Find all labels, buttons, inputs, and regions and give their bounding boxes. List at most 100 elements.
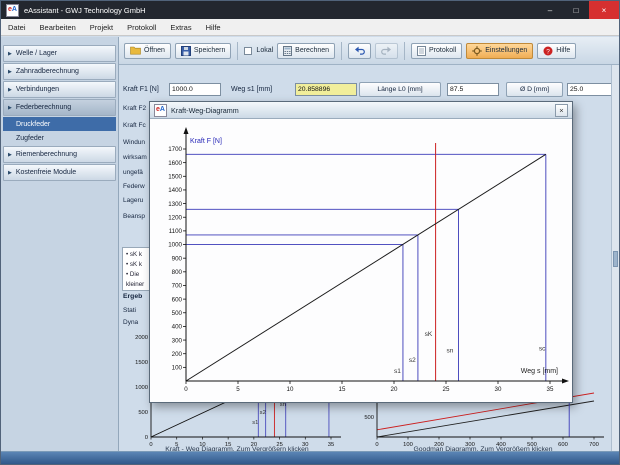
sidebar-item-label: Verbindungen bbox=[16, 86, 59, 93]
sidebar-item-kostenfreie-module[interactable]: ▶ Kostenfreie Module bbox=[3, 164, 116, 181]
kraft-weg-dialog: eA Kraft-Weg-Diagramm × 1002003004005006… bbox=[149, 101, 573, 403]
svg-text:1000: 1000 bbox=[135, 385, 148, 391]
menu-item-extras[interactable]: Extras bbox=[163, 21, 198, 34]
svg-text:s2: s2 bbox=[260, 410, 266, 416]
svg-text:sn: sn bbox=[446, 347, 453, 354]
svg-text:s2: s2 bbox=[409, 357, 416, 364]
menu-item-hilfe[interactable]: Hilfe bbox=[199, 21, 228, 34]
durchmesser-d-input[interactable] bbox=[567, 83, 613, 96]
svg-text:700: 700 bbox=[172, 283, 183, 290]
statusbar bbox=[1, 451, 619, 464]
sidebar-item-welle-lager[interactable]: ▶ Welle / Lager bbox=[3, 45, 116, 62]
sidebar-item-federberechnung[interactable]: ▶ Federberechnung bbox=[3, 99, 116, 116]
svg-text:10: 10 bbox=[287, 386, 294, 393]
svg-text:30: 30 bbox=[495, 386, 502, 393]
svg-text:400: 400 bbox=[172, 324, 183, 331]
sidebar-item-riemenberechnung[interactable]: ▶ Riemenberechnung bbox=[3, 146, 116, 163]
sidebar-item-zahnradberechnung[interactable]: ▶ Zahnradberechnung bbox=[3, 63, 116, 80]
menu-item-datei[interactable]: Datei bbox=[1, 21, 33, 34]
close-button[interactable]: × bbox=[589, 1, 619, 19]
scrollbar-thumb[interactable] bbox=[613, 251, 618, 267]
window-title: eAssistant - GWJ Technology GmbH bbox=[24, 6, 146, 15]
kraft-f1-input[interactable] bbox=[169, 83, 221, 96]
dialog-icon: eA bbox=[154, 104, 167, 117]
results-line: Stati bbox=[123, 307, 150, 314]
svg-text:800: 800 bbox=[172, 269, 183, 276]
dialog-close-button[interactable]: × bbox=[555, 104, 568, 117]
maximize-button[interactable]: □ bbox=[563, 1, 589, 19]
einstellungen-button-label: Einstellungen bbox=[485, 47, 527, 54]
sidebar-item-verbindungen[interactable]: ▶ Verbindungen bbox=[3, 81, 116, 98]
laenge-l0-button[interactable]: Länge L0 [mm] bbox=[359, 82, 441, 97]
berechnen-button-label: Berechnen bbox=[295, 47, 329, 54]
hilfe-button[interactable]: ? Hilfe bbox=[537, 43, 576, 59]
toolbar: Öffnen Speichern Lokal Berechnen bbox=[119, 37, 619, 65]
menubar: Datei Bearbeiten Projekt Protokoll Extra… bbox=[1, 19, 619, 36]
sidebar-item-druckfeder[interactable]: Druckfeder bbox=[3, 117, 116, 131]
redo-icon bbox=[381, 46, 392, 55]
svg-text:200: 200 bbox=[172, 351, 183, 358]
app-logo-icon: eA bbox=[6, 4, 19, 17]
undo-button[interactable] bbox=[348, 43, 371, 59]
svg-text:500: 500 bbox=[364, 415, 374, 421]
window-titlebar: eA eAssistant - GWJ Technology GmbH – □ … bbox=[1, 1, 619, 19]
svg-text:s1: s1 bbox=[252, 420, 258, 426]
weg-s1-label: Weg s1 [mm] bbox=[231, 86, 272, 93]
svg-text:2000: 2000 bbox=[135, 335, 148, 341]
field-label-clipped: wirksam bbox=[123, 154, 150, 161]
minimize-button[interactable]: – bbox=[537, 1, 563, 19]
sidebar-item-zugfeder[interactable]: Zugfeder bbox=[3, 131, 116, 145]
sidebar-item-label: Welle / Lager bbox=[16, 50, 57, 57]
chevron-right-icon: ▶ bbox=[8, 87, 12, 93]
svg-text:500: 500 bbox=[138, 410, 148, 416]
dialog-body: 1002003004005006007008009001000110012001… bbox=[150, 119, 572, 402]
hilfe-button-label: Hilfe bbox=[556, 47, 570, 54]
calculator-icon bbox=[283, 46, 292, 56]
sidebar-item-label: Druckfeder bbox=[16, 121, 50, 128]
save-button[interactable]: Speichern bbox=[175, 43, 232, 59]
laenge-l0-input[interactable] bbox=[447, 83, 499, 96]
svg-text:sc: sc bbox=[539, 345, 546, 352]
svg-text:100: 100 bbox=[172, 365, 183, 372]
sidebar-item-label: Zugfeder bbox=[16, 135, 44, 142]
menu-item-bearbeiten[interactable]: Bearbeiten bbox=[33, 21, 83, 34]
kraft-f1-label: Kraft F1 [N] bbox=[123, 86, 159, 93]
menu-item-protokoll[interactable]: Protokoll bbox=[120, 21, 163, 34]
toolbar-separator bbox=[404, 42, 405, 60]
field-label-clipped: Windun bbox=[123, 139, 150, 146]
svg-text:20: 20 bbox=[391, 386, 398, 393]
open-button[interactable]: Öffnen bbox=[124, 43, 171, 59]
field-label-clipped: Kraft Fc bbox=[123, 122, 150, 129]
undo-icon bbox=[354, 46, 365, 55]
redo-button[interactable] bbox=[375, 43, 398, 59]
protokoll-button[interactable]: Protokoll bbox=[411, 43, 462, 59]
durchmesser-d-button[interactable]: Ø D [mm] bbox=[506, 82, 563, 97]
einstellungen-button[interactable]: Einstellungen bbox=[466, 43, 533, 59]
svg-text:25: 25 bbox=[443, 386, 450, 393]
chevron-right-icon: ▶ bbox=[8, 69, 12, 75]
svg-text:15: 15 bbox=[339, 386, 346, 393]
svg-text:0: 0 bbox=[184, 386, 188, 393]
field-label-clipped: Beansp bbox=[123, 213, 150, 220]
svg-text:900: 900 bbox=[172, 255, 183, 262]
field-label-clipped: Kraft F2 bbox=[123, 105, 150, 112]
menu-item-projekt[interactable]: Projekt bbox=[83, 21, 120, 34]
lokal-checkbox[interactable] bbox=[244, 47, 252, 55]
vertical-scrollbar[interactable] bbox=[611, 65, 619, 451]
document-icon bbox=[417, 46, 426, 56]
results-line: Dyna bbox=[123, 319, 150, 326]
field-label-clipped: ungefä bbox=[123, 169, 150, 176]
sidebar-item-label: Riemenberechnung bbox=[16, 151, 77, 158]
chevron-right-icon: ▶ bbox=[8, 51, 12, 57]
window-controls: – □ × bbox=[537, 1, 619, 19]
dialog-title: Kraft-Weg-Diagramm bbox=[171, 106, 239, 115]
berechnen-button[interactable]: Berechnen bbox=[277, 43, 335, 59]
svg-text:1500: 1500 bbox=[168, 173, 182, 180]
svg-text:1000: 1000 bbox=[168, 242, 182, 249]
weg-s1-input[interactable] bbox=[295, 83, 357, 96]
svg-text:1100: 1100 bbox=[169, 228, 183, 235]
svg-text:?: ? bbox=[546, 48, 550, 55]
svg-text:1600: 1600 bbox=[168, 160, 182, 167]
chevron-right-icon: ▶ bbox=[8, 105, 12, 111]
protokoll-button-label: Protokoll bbox=[429, 47, 456, 54]
